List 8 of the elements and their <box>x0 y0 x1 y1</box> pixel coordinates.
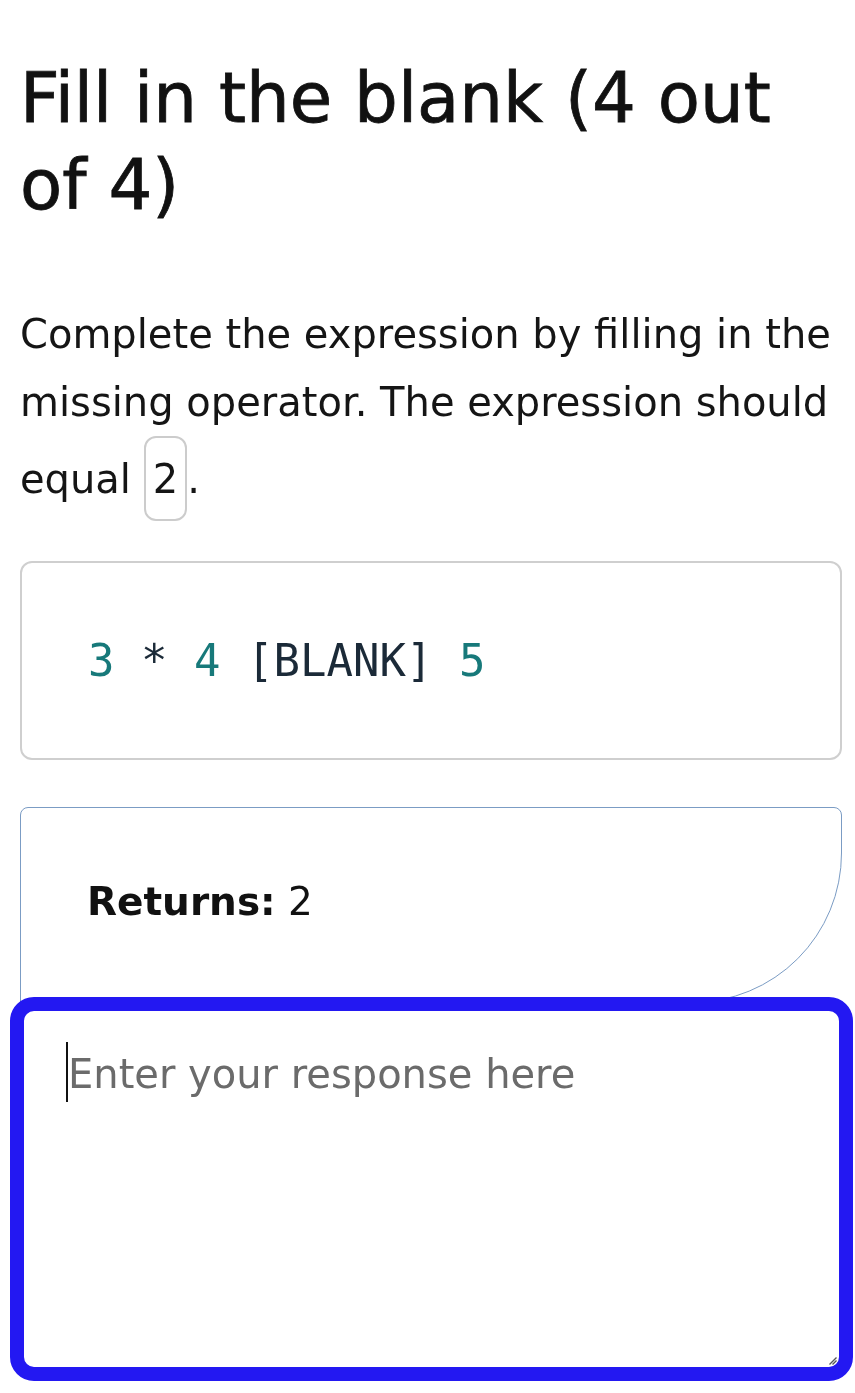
response-field[interactable]: Enter your response here <box>10 997 853 1381</box>
instructions-text: Complete the expression by filling in the missing operator. The expression should equal 2 . <box>20 300 842 521</box>
inline-code-value: 2 <box>143 436 188 521</box>
resize-grip-icon[interactable] <box>829 1357 837 1365</box>
text-cursor-icon <box>66 1042 68 1102</box>
exercise-title: Fill in the blank (4 out of 4) <box>20 57 772 227</box>
code-expression: 3 * 4 [BLANK] 5 <box>88 635 486 686</box>
returns-text: Returns: 2 <box>87 878 313 924</box>
